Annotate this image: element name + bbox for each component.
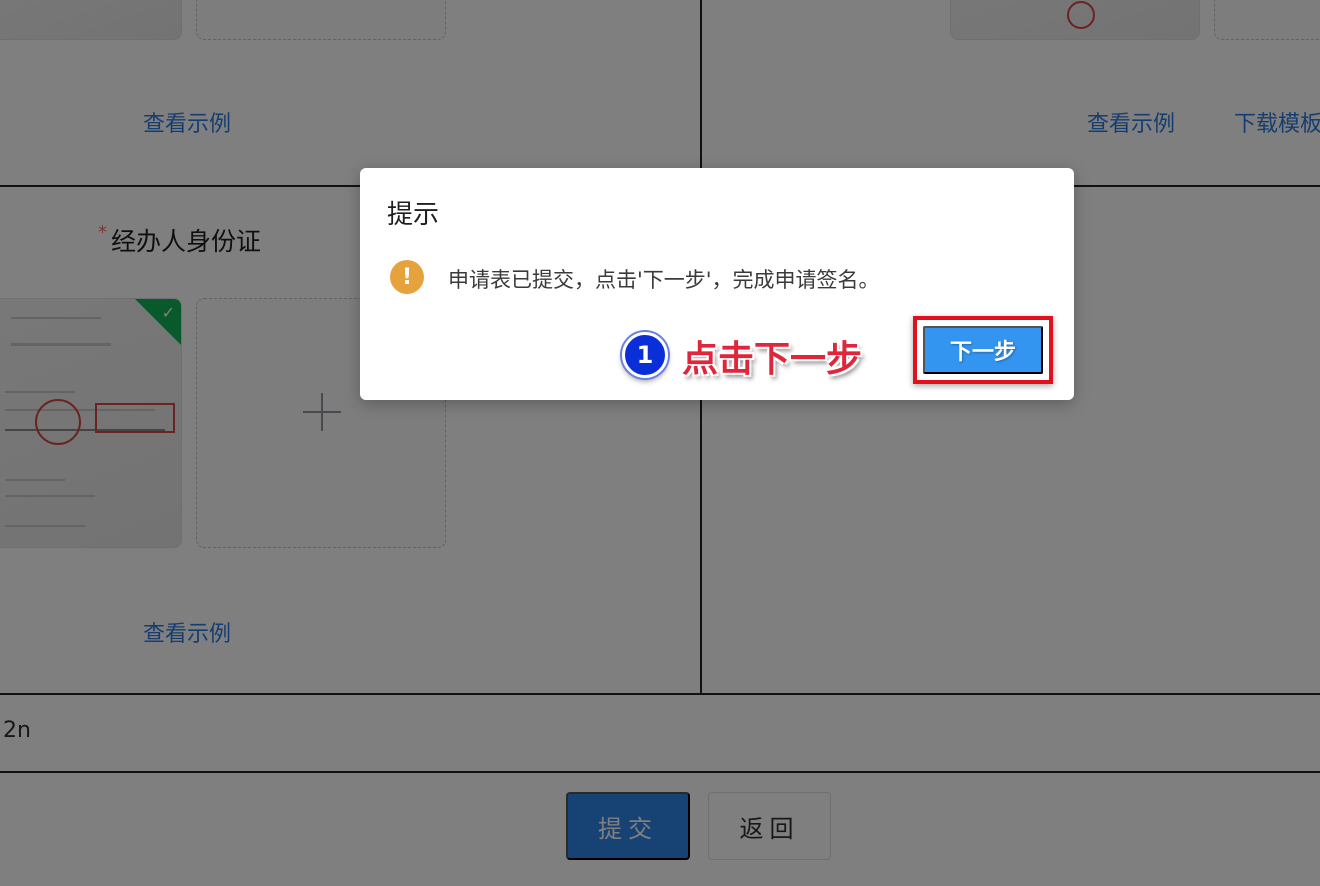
confirm-dialog: 提示 ! 申请表已提交，点击'下一步'，完成申请签名。 1 点击下一步 下一步 — [360, 168, 1074, 400]
step-number-badge: 1 — [622, 332, 668, 378]
warning-icon: ! — [390, 260, 424, 294]
dialog-title: 提示 — [387, 200, 440, 230]
highlight-frame: 下一步 — [913, 316, 1053, 384]
next-step-button[interactable]: 下一步 — [923, 326, 1043, 374]
page: 查看示例 查看示例 下载模板 *经办人身份证 ✓ 查看示例 2n 提交 返回 — [0, 0, 1320, 886]
step-annotation-text: 点击下一步 — [682, 339, 863, 380]
dialog-message: 申请表已提交，点击'下一步'，完成申请签名。 — [448, 268, 880, 292]
modal-overlay[interactable] — [0, 0, 1320, 886]
